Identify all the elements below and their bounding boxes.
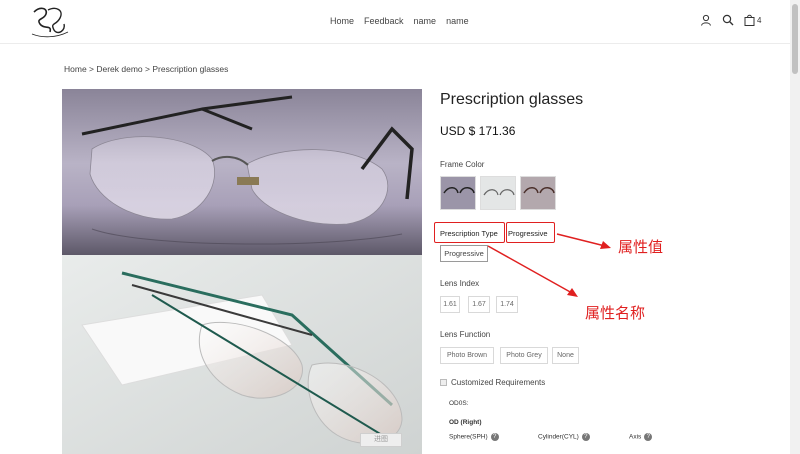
page-scrollbar[interactable]: [790, 0, 800, 454]
help-icon[interactable]: ?: [644, 433, 653, 441]
axis-label: Axis: [629, 433, 642, 441]
lens-index-option[interactable]: 1.67: [468, 296, 490, 313]
lens-index-option[interactable]: 1.61: [440, 296, 460, 313]
lens-function-option[interactable]: Photo Brown: [440, 347, 494, 364]
lens-function-options: Photo Brown Photo Grey None: [440, 347, 640, 364]
customized-label: Customized Requirements: [451, 378, 546, 387]
annotation-attribute-value: 属性值: [618, 238, 664, 256]
sphere-label: Sphere(SPH): [449, 433, 488, 441]
lens-function-label: Lens Function: [440, 330, 491, 339]
annotation-arrows: [487, 233, 611, 297]
cylinder-label: Cylinder(CYL): [538, 433, 579, 441]
help-icon[interactable]: ?: [490, 433, 499, 441]
odos-label: OD0S:: [449, 400, 469, 407]
cylinder-field-label: Cylinder(CYL)?: [538, 433, 590, 441]
lens-index-option[interactable]: 1.74: [496, 296, 518, 313]
lens-function-option[interactable]: Photo Grey: [500, 347, 548, 364]
customized-requirements: Customized Requirements: [440, 378, 545, 387]
lens-index-label: Lens Index: [440, 279, 480, 288]
sphere-field-label: Sphere(SPH)?: [449, 433, 499, 441]
axis-field-label: Axis?: [629, 433, 653, 441]
scrollbar-thumb[interactable]: [792, 4, 798, 74]
lens-index-options: 1.61 1.67 1.74: [440, 296, 640, 313]
od-right-label: OD (Right): [449, 419, 482, 426]
customized-checkbox[interactable]: [440, 379, 447, 386]
help-icon[interactable]: ?: [581, 433, 590, 441]
lens-function-option[interactable]: None: [552, 347, 579, 364]
